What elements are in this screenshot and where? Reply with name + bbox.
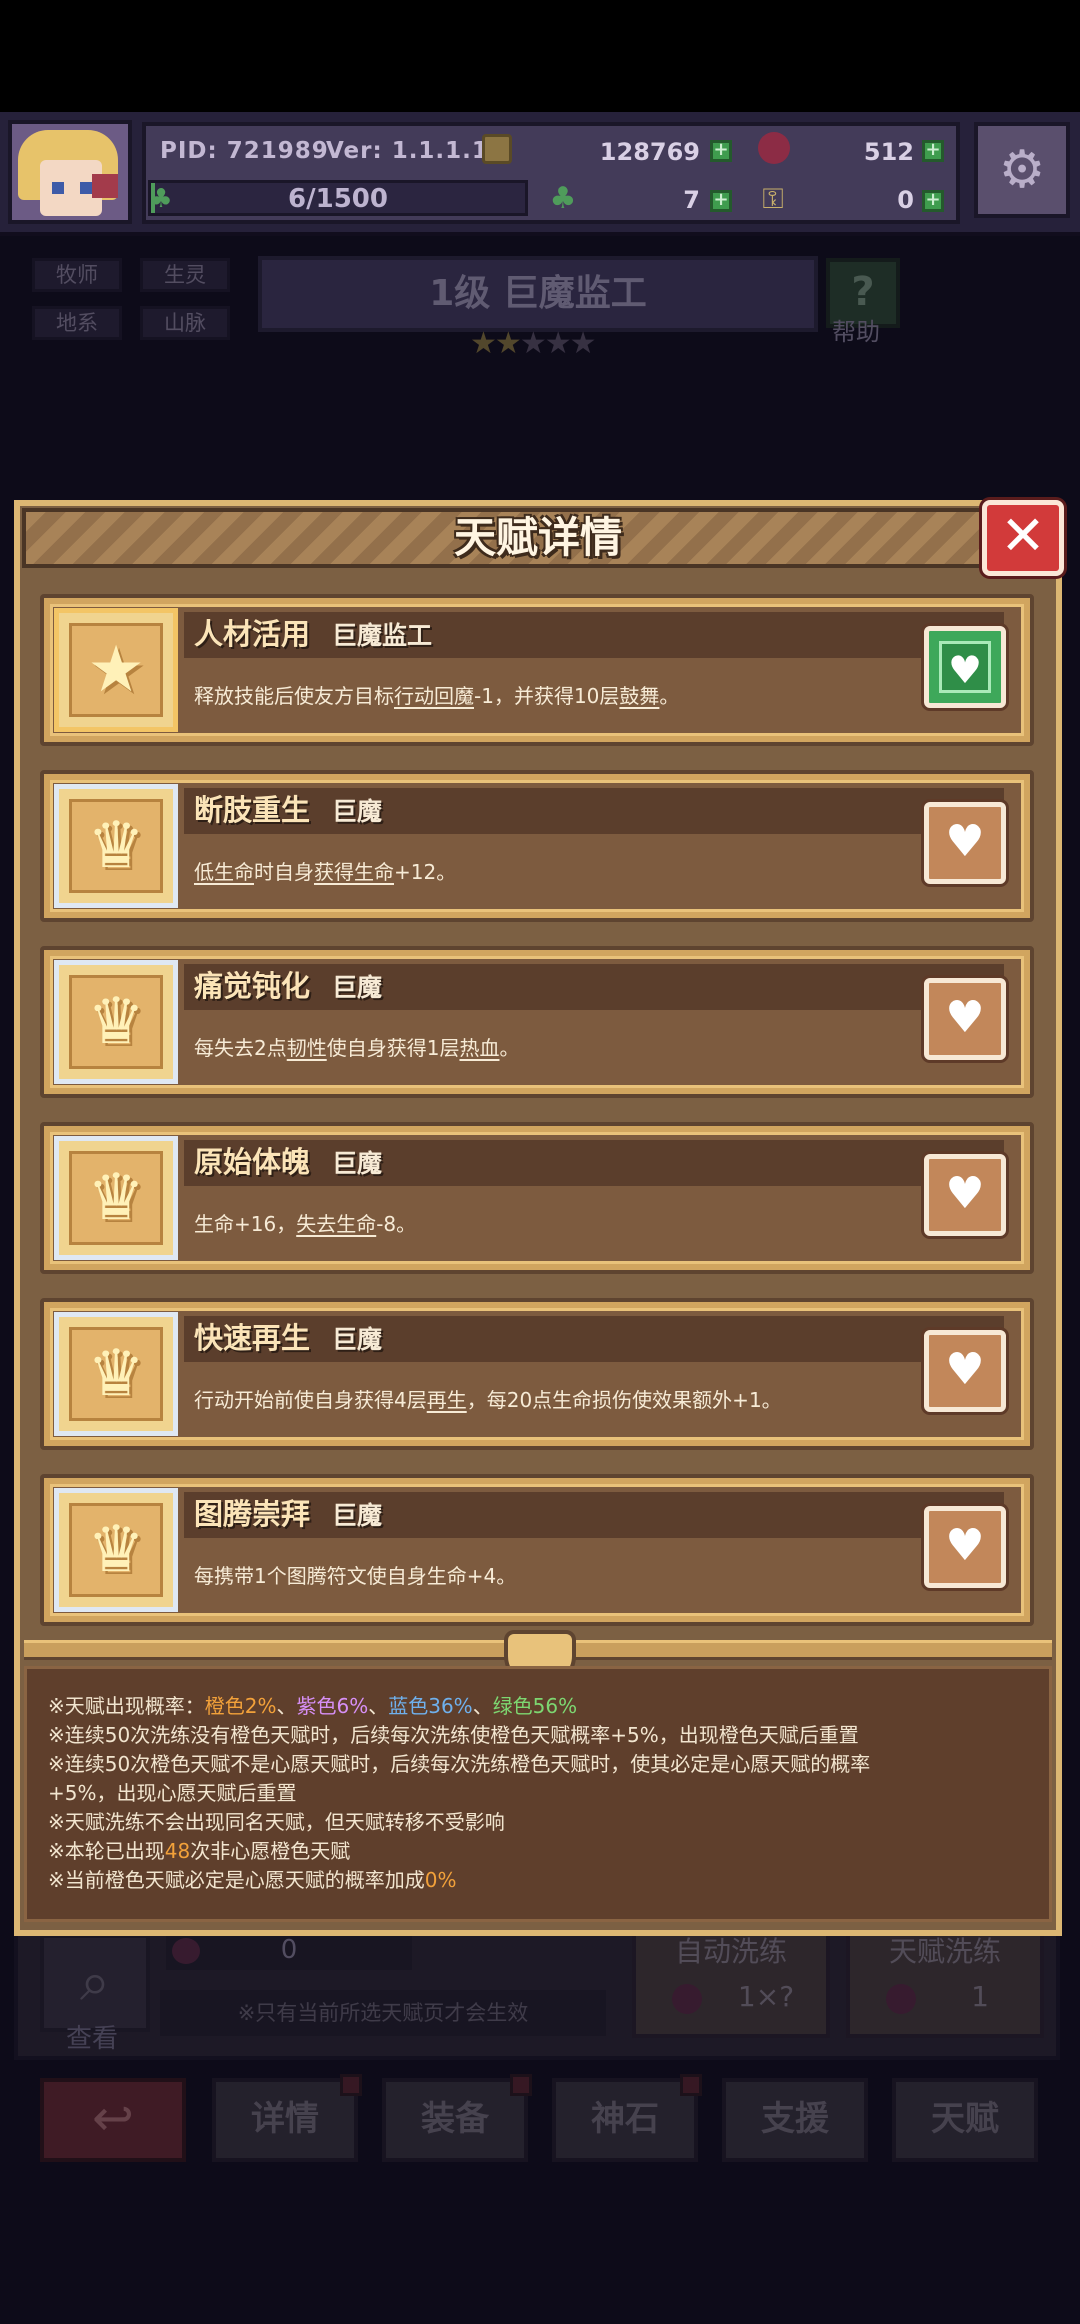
talent-name: 痛觉钝化 <box>194 969 311 1003</box>
key-icon: ⚿ <box>762 182 784 215</box>
talent-race: 巨魔监工 <box>332 621 433 650</box>
gold-plus-button[interactable]: + <box>710 140 732 162</box>
talent-name-row: 断肢重生 巨魔 <box>184 788 1004 834</box>
wish-heart-button[interactable]: ♥ <box>924 1506 1006 1588</box>
talent-name-row: 原始体魄 巨魔 <box>184 1140 1004 1186</box>
key-amount: 0 <box>897 186 914 214</box>
pid-label: PID: 721989 <box>160 138 329 164</box>
talent-card[interactable]: ♛ 原始体魄 巨魔生命+16，失去生命-8。 ♥ <box>40 1122 1034 1274</box>
talent-description: 生命+16，失去生命-8。 <box>194 1212 417 1236</box>
talent-name: 快速再生 <box>194 1321 311 1355</box>
crown-talent-icon: ♛ <box>87 809 145 883</box>
modal-title: 天赋详情 <box>453 513 622 562</box>
talent-name: 原始体魄 <box>194 1145 311 1179</box>
talent-icon-frame: ♛ <box>54 784 178 908</box>
gold-coin-icon <box>482 134 512 164</box>
energy-count: 6/1500 <box>288 184 388 214</box>
gold-amount: 128769 <box>599 138 700 166</box>
talent-race: 巨魔 <box>332 1325 383 1354</box>
note-wish-bonus: ※当前橙色天赋必定是心愿天赋的概率加成0% <box>48 1868 457 1892</box>
heart-icon: ♥ <box>945 992 985 1043</box>
talent-card[interactable]: ♛ 痛觉钝化 巨魔每失去2点韧性使自身获得1层热血。 ♥ <box>40 946 1034 1098</box>
talent-description: 释放技能后使友方目标行动回魔-1，并获得10层鼓舞。 <box>194 684 680 708</box>
talent-name-row: 痛觉钝化 巨魔 <box>184 964 1004 1010</box>
gem-amount: 512 <box>863 138 914 166</box>
gem-plus-button[interactable]: + <box>922 140 944 162</box>
talent-name: 图腾崇拜 <box>194 1497 311 1531</box>
settings-button[interactable]: ⚙ <box>974 122 1070 218</box>
status-bar <box>0 0 1080 112</box>
heart-icon: ♥ <box>945 1520 985 1571</box>
note-round-count: ※本轮已出现48次非心愿橙色天赋 <box>48 1839 351 1863</box>
talent-icon-frame: ♛ <box>54 1488 178 1612</box>
talent-race: 巨魔 <box>332 973 383 1002</box>
wish-heart-button[interactable]: ♥ <box>924 1330 1006 1412</box>
heart-icon: ♥ <box>945 1168 985 1219</box>
close-button[interactable]: ✕ <box>982 500 1064 576</box>
talent-icon-frame: ♛ <box>54 1312 178 1436</box>
talent-race: 巨魔 <box>332 797 383 826</box>
crown-talent-icon: ♛ <box>87 985 145 1059</box>
talent-card[interactable]: ♛ 断肢重生 巨魔低生命时自身获得生命+12。 ♥ <box>40 770 1034 922</box>
crown-talent-icon: ♛ <box>87 1337 145 1411</box>
star-talent-icon: ★ <box>87 633 145 707</box>
note-no-duplicate: ※天赋洗练不会出现同名天赋，但天赋转移不受影响 <box>48 1810 505 1834</box>
note-probability: ※天赋出现概率：橙色2%、紫色6%、蓝色36%、绿色56% <box>48 1694 578 1718</box>
talent-card[interactable]: ♛ 图腾崇拜 巨魔每携带1个图腾符文使自身生命+4。 ♥ <box>40 1474 1034 1626</box>
version-label: Ver: 1.1.1.13 <box>326 138 506 164</box>
talent-card[interactable]: ★ 人材活用 巨魔监工释放技能后使友方目标行动回魔-1，并获得10层鼓舞。 ♥ <box>40 594 1034 746</box>
clover-amount: 7 <box>683 186 700 214</box>
talent-icon-frame: ★ <box>54 608 178 732</box>
talent-description: 每失去2点韧性使自身获得1层热血。 <box>194 1036 520 1060</box>
heart-icon: ♥ <box>939 641 991 693</box>
talent-name-row: 图腾崇拜 巨魔 <box>184 1492 1004 1538</box>
heart-icon: ♥ <box>945 1344 985 1395</box>
talent-race: 巨魔 <box>332 1501 383 1530</box>
note-wish-pity-cont: +5%，出现心愿天赋后重置 <box>48 1781 297 1805</box>
wish-heart-button[interactable]: ♥ <box>924 802 1006 884</box>
talent-description: 每携带1个图腾符文使自身生命+4。 <box>194 1564 517 1588</box>
wish-heart-button[interactable]: ♥ <box>924 978 1006 1060</box>
heart-icon: ♥ <box>945 816 985 867</box>
gem-icon <box>758 132 790 164</box>
player-avatar[interactable] <box>8 120 132 224</box>
clover-icon: ♣ <box>549 181 577 216</box>
talent-name: 人材活用 <box>194 617 311 651</box>
talent-icon-frame: ♛ <box>54 1136 178 1260</box>
close-icon: ✕ <box>1000 504 1046 567</box>
talent-description: 行动开始前使自身获得4层再生，每20点生命损伤使效果额外+1。 <box>194 1388 782 1412</box>
talent-name-row: 人材活用 巨魔监工 <box>184 612 1004 658</box>
crown-talent-icon: ♛ <box>87 1161 145 1235</box>
crown-talent-icon: ♛ <box>87 1513 145 1587</box>
gear-icon: ⚙ <box>998 140 1046 200</box>
talent-race: 巨魔 <box>332 1149 383 1178</box>
wish-heart-button[interactable]: ♥ <box>924 626 1006 708</box>
clover-plus-button[interactable]: + <box>710 190 732 212</box>
talent-icon-frame: ♛ <box>54 960 178 1084</box>
note-wish-pity: ※连续50次橙色天赋不是心愿天赋时，后续每次洗练橙色天赋时，使其必定是心愿天赋的… <box>48 1752 871 1776</box>
wish-heart-button[interactable]: ♥ <box>924 1154 1006 1236</box>
talent-name-row: 快速再生 巨魔 <box>184 1316 1004 1362</box>
talent-card[interactable]: ♛ 快速再生 巨魔行动开始前使自身获得4层再生，每20点生命损伤使效果额外+1。 ♥ <box>40 1298 1034 1450</box>
key-plus-button[interactable]: + <box>922 190 944 212</box>
talent-name: 断肢重生 <box>194 793 311 827</box>
note-orange-pity: ※连续50次洗练没有橙色天赋时，后续每次洗练使橙色天赋概率+5%，出现橙色天赋后… <box>48 1723 859 1747</box>
talent-description: 低生命时自身获得生命+12。 <box>194 860 457 884</box>
